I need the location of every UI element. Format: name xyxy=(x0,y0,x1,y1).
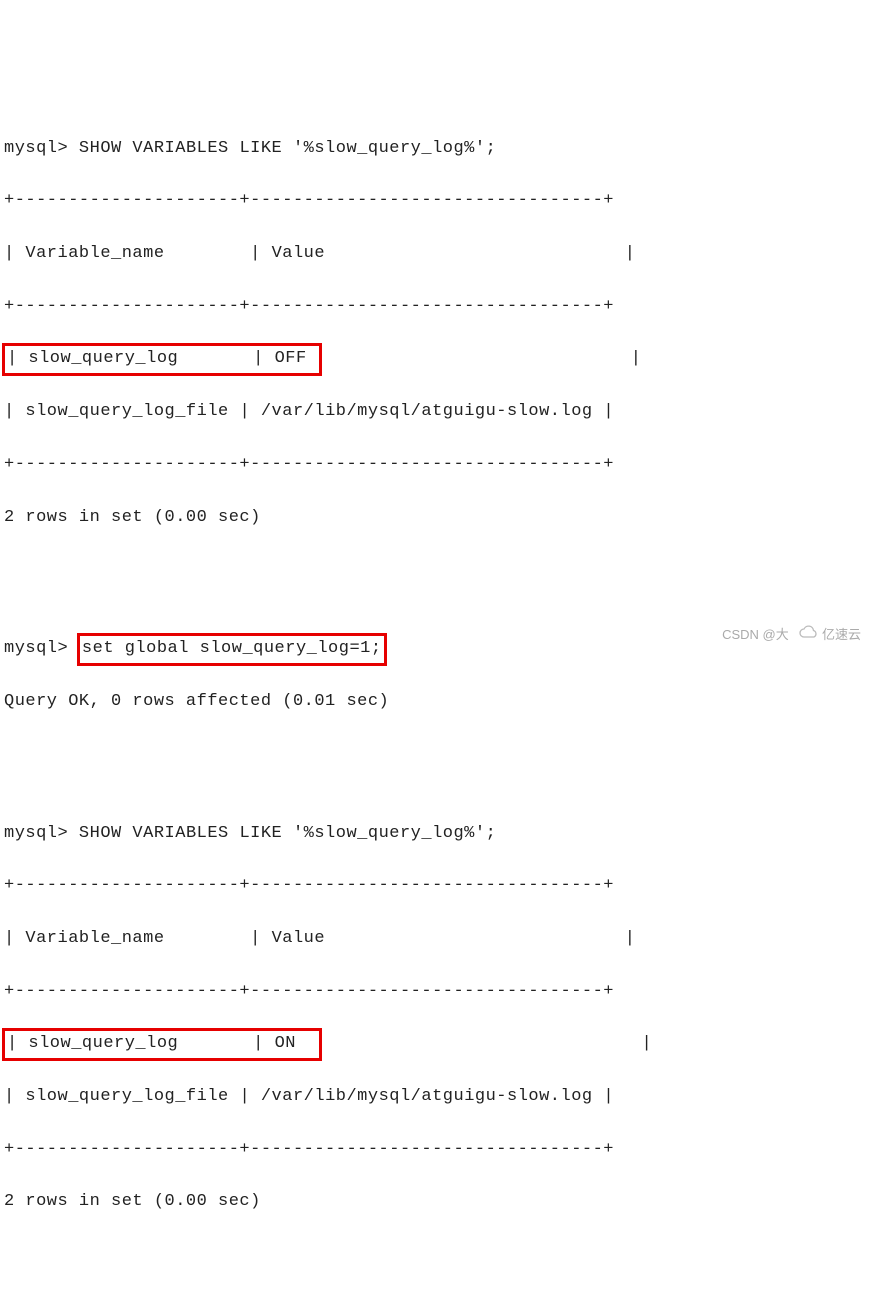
table1-sep-mid: +---------------------+-----------------… xyxy=(4,294,867,320)
watermark: CSDN @大 亿速云 xyxy=(722,625,861,645)
table3-sep-top: +---------------------+-----------------… xyxy=(4,873,867,899)
table3-sep-mid: +---------------------+-----------------… xyxy=(4,979,867,1005)
sql-command-2: set global slow_query_log=1; xyxy=(82,639,382,658)
table3-header-col1: Variable_name xyxy=(25,929,164,948)
table1-row1-col2: OFF xyxy=(275,349,307,368)
prompt: mysql> xyxy=(4,639,68,658)
cloud-icon xyxy=(798,625,818,645)
table3-row1-col2: ON xyxy=(275,1034,296,1053)
table1-row1: | slow_query_log | OFF | xyxy=(4,346,867,372)
cmd-line-3: mysql> SHOW VARIABLES LIKE '%slow_query_… xyxy=(4,821,867,847)
table1-header-col1: Variable_name xyxy=(25,244,164,263)
sql-command-1: SHOW VARIABLES LIKE '%slow_query_log%'; xyxy=(79,139,496,158)
table1-row2-col2: /var/lib/mysql/atguigu-slow.log xyxy=(261,402,593,421)
table1-header-row: | Variable_name | Value | xyxy=(4,241,867,267)
table1-footer: 2 rows in set (0.00 sec) xyxy=(4,505,867,531)
table1-row2-col1: slow_query_log_file xyxy=(25,402,228,421)
blank1 xyxy=(4,557,867,583)
table1-sep-top: +---------------------+-----------------… xyxy=(4,188,867,214)
prompt: mysql> xyxy=(4,824,68,843)
cmd-line-1: mysql> SHOW VARIABLES LIKE '%slow_query_… xyxy=(4,136,867,162)
table3-row2-col1: slow_query_log_file xyxy=(25,1087,228,1106)
watermark-yisu: 亿速云 xyxy=(822,627,861,642)
table1-sep-bot: +---------------------+-----------------… xyxy=(4,452,867,478)
watermark-csdn: CSDN @大 xyxy=(722,627,789,642)
result-q2: Query OK, 0 rows affected (0.01 sec) xyxy=(4,689,867,715)
highlight-cmd-q2: set global slow_query_log=1; xyxy=(77,633,387,665)
blank2 xyxy=(4,742,867,768)
table3-sep-bot: +---------------------+-----------------… xyxy=(4,1137,867,1163)
table3-footer: 2 rows in set (0.00 sec) xyxy=(4,1189,867,1215)
table1-row2: | slow_query_log_file | /var/lib/mysql/a… xyxy=(4,399,867,425)
table3-row1-col1: slow_query_log xyxy=(28,1034,178,1053)
highlight-row1-q1: | slow_query_log | OFF xyxy=(2,343,322,375)
prompt: mysql> xyxy=(4,139,68,158)
table3-header-col2: Value xyxy=(272,929,326,948)
table3-row2: | slow_query_log_file | /var/lib/mysql/a… xyxy=(4,1084,867,1110)
sql-command-3: SHOW VARIABLES LIKE '%slow_query_log%'; xyxy=(79,824,496,843)
highlight-row1-q3: | slow_query_log | ON xyxy=(2,1028,322,1060)
table1-header-col2: Value xyxy=(272,244,326,263)
table3-header-row: | Variable_name | Value | xyxy=(4,926,867,952)
table1-row1-col1: slow_query_log xyxy=(28,349,178,368)
table3-row2-col2: /var/lib/mysql/atguigu-slow.log xyxy=(261,1087,593,1106)
table3-row1: | slow_query_log | ON | xyxy=(4,1031,867,1057)
